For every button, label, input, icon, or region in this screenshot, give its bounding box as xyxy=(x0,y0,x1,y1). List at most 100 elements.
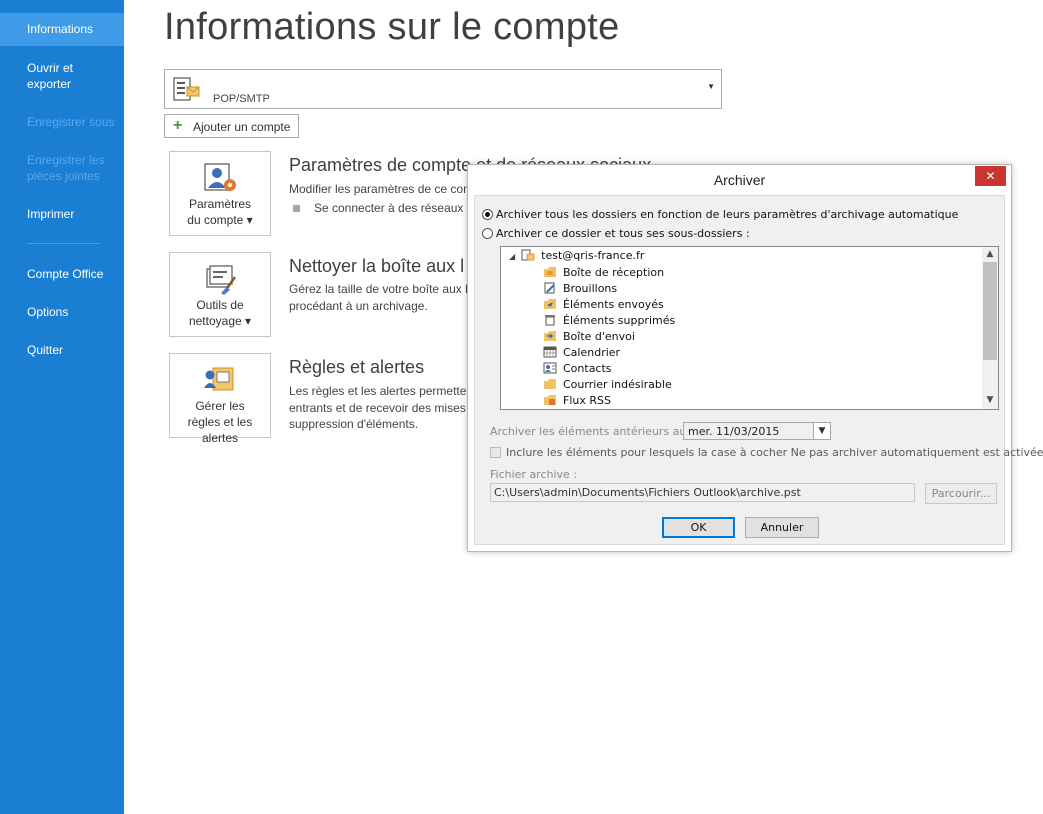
scrollbar-thumb[interactable] xyxy=(983,262,997,360)
account-icon xyxy=(172,75,202,110)
trash-icon xyxy=(545,315,555,326)
tree-item-label: Contacts xyxy=(563,362,612,375)
tile-label: Gérer les règles et les alertes xyxy=(187,399,253,445)
tree-item-label: Boîte de réception xyxy=(563,266,665,279)
tree-item-drafts[interactable]: Brouillons xyxy=(543,281,617,297)
account-type-label: POP/SMTP xyxy=(213,93,270,105)
outbox-icon xyxy=(544,331,556,341)
mailbox-icon xyxy=(521,249,535,261)
nav-save-attachments[interactable]: Enregistrer les pièces jointes xyxy=(0,152,124,184)
sent-icon xyxy=(544,299,556,309)
section-text-line: entrants et de recevoir des mises à xyxy=(289,401,476,415)
section-text-line: Gérez la taille de votre boîte aux le xyxy=(289,282,475,296)
include-checkbox-row[interactable]: Inclure les éléments pour lesquels la ca… xyxy=(490,446,1043,459)
tree-item-deleted[interactable]: Éléments supprimés xyxy=(543,313,675,329)
section-title-rules: Règles et alertes xyxy=(289,357,425,377)
cleanup-tools-icon xyxy=(206,265,237,295)
tree-root[interactable]: ◢ test@qris-france.fr xyxy=(509,249,644,262)
bullet-link[interactable]: Se connecter à des réseaux so xyxy=(314,201,479,215)
backstage-sidebar: Informations Ouvrir et exporter Enregist… xyxy=(0,0,124,814)
tree-item-sent[interactable]: Éléments envoyés xyxy=(543,297,664,313)
nav-open-export-label: Ouvrir et exporter xyxy=(27,61,74,91)
nav-options[interactable]: Options xyxy=(0,304,124,320)
plus-icon: + xyxy=(173,117,183,134)
radio-label: Archiver tous les dossiers en fonction d… xyxy=(496,208,959,221)
archive-file-value: C:\Users\admin\Documents\Fichiers Outloo… xyxy=(494,486,801,499)
section-text-line: Les règles et les alertes permettent xyxy=(289,384,477,398)
rules-alerts-icon xyxy=(204,367,234,391)
browse-button[interactable]: Parcourir... xyxy=(925,483,997,504)
archive-dialog: Archiver ✕ Archiver tous les dossiers en… xyxy=(467,164,1043,552)
nav-quit[interactable]: Quitter xyxy=(0,342,124,358)
radio-button[interactable] xyxy=(482,228,493,239)
account-settings-tile[interactable]: Paramètres du compte ▾ xyxy=(169,151,271,236)
tree-item-calendar[interactable]: Calendrier xyxy=(543,345,620,361)
tree-root-label: test@qris-france.fr xyxy=(541,249,645,262)
ok-button[interactable]: OK xyxy=(662,517,735,538)
tree-item-inbox[interactable]: Boîte de réception xyxy=(543,265,664,281)
dialog-title: Archiver xyxy=(713,172,766,188)
tree-item-label: Boîte d'envoi xyxy=(563,330,635,343)
close-button[interactable]: ✕ xyxy=(975,166,1006,186)
older-than-label: Archiver les éléments antérieurs au : xyxy=(490,425,694,438)
contacts-icon xyxy=(543,362,557,374)
nav-office-account[interactable]: Compte Office xyxy=(0,266,124,282)
drafts-icon xyxy=(544,282,555,294)
scroll-up-icon[interactable]: ▲ xyxy=(982,249,998,259)
chevron-down-icon[interactable]: ▼ xyxy=(813,423,830,439)
close-icon: ✕ xyxy=(985,169,996,183)
scroll-down-icon[interactable]: ▼ xyxy=(982,395,998,405)
junk-folder-icon xyxy=(544,379,556,389)
rules-alerts-tile[interactable]: Gérer les règles et les alertes xyxy=(169,353,271,445)
tree-item-label: Calendrier xyxy=(563,346,621,359)
tree-item-label: Brouillons xyxy=(563,282,618,295)
nav-open-export[interactable]: Ouvrir et exporter xyxy=(0,60,124,92)
radio-archive-auto[interactable]: Archiver tous les dossiers en fonction d… xyxy=(482,208,958,221)
include-checkbox[interactable] xyxy=(490,447,501,458)
tree-item-label: Flux RSS xyxy=(563,394,611,407)
archive-file-input[interactable]: C:\Users\admin\Documents\Fichiers Outloo… xyxy=(490,483,915,502)
chevron-down-icon: ▼ xyxy=(707,82,715,91)
tree-item-junk[interactable]: Courrier indésirable xyxy=(543,377,672,393)
cancel-button[interactable]: Annuler xyxy=(745,517,819,538)
section-text-line: suppression d'éléments. xyxy=(289,417,419,431)
add-account-button[interactable]: + Ajouter un compte xyxy=(164,114,299,138)
archive-file-label: Fichier archive : xyxy=(490,468,578,481)
date-value: mer. 11/03/2015 xyxy=(688,425,780,438)
tree-item-contacts[interactable]: Contacts xyxy=(543,361,612,377)
include-label: Inclure les éléments pour lesquels la ca… xyxy=(506,446,1043,459)
nav-save-as[interactable]: Enregistrer sous xyxy=(0,114,124,130)
collapse-triangle-icon[interactable]: ◢ xyxy=(509,252,515,261)
inbox-icon xyxy=(544,267,556,277)
nav-print[interactable]: Imprimer xyxy=(0,206,124,222)
account-settings-icon xyxy=(204,163,236,191)
nav-informations[interactable]: Informations xyxy=(0,13,124,46)
older-than-date-select[interactable]: mer. 11/03/2015 ▼ xyxy=(683,422,831,440)
calendar-icon xyxy=(543,346,557,358)
bullet-icon xyxy=(293,205,300,212)
nav-separator xyxy=(27,243,99,244)
page-title: Informations sur le compte xyxy=(164,6,620,48)
tree-item-label: Éléments supprimés xyxy=(563,314,676,327)
radio-label: Archiver ce dossier et tous ses sous-dos… xyxy=(496,227,750,240)
radio-archive-folder[interactable]: Archiver ce dossier et tous ses sous-dos… xyxy=(482,227,750,240)
dialog-body: Archiver tous les dossiers en fonction d… xyxy=(474,195,1043,545)
section-bullet: Se connecter à des réseaux so xyxy=(289,200,479,217)
tree-item-label: Éléments envoyés xyxy=(563,298,664,311)
section-text: Modifier les paramètres de ce com xyxy=(289,182,474,196)
tile-label: Paramètres du compte ▾ xyxy=(187,197,253,227)
add-account-label: Ajouter un compte xyxy=(193,120,291,134)
cleanup-tools-tile[interactable]: Outils de nettoyage ▾ xyxy=(169,252,271,337)
tree-item-rss[interactable]: Flux RSS xyxy=(543,393,611,409)
tile-label: Outils de nettoyage ▾ xyxy=(188,298,252,328)
tree-item-label: Courrier indésirable xyxy=(563,378,672,391)
nav-save-attachments-label: Enregistrer les pièces jointes xyxy=(27,153,105,183)
folder-tree[interactable]: ◢ test@qris-france.fr Boîte de réception … xyxy=(500,246,999,410)
account-selector[interactable]: POP/SMTP ▼ xyxy=(164,69,722,109)
radio-button-selected[interactable] xyxy=(482,209,493,220)
tree-item-outbox[interactable]: Boîte d'envoi xyxy=(543,329,635,345)
section-title-cleanup: Nettoyer la boîte aux l xyxy=(289,256,465,276)
tree-scrollbar[interactable]: ▲ ▼ xyxy=(982,247,998,409)
section-text-line: procédant à un archivage. xyxy=(289,299,428,313)
rss-icon xyxy=(544,395,556,405)
